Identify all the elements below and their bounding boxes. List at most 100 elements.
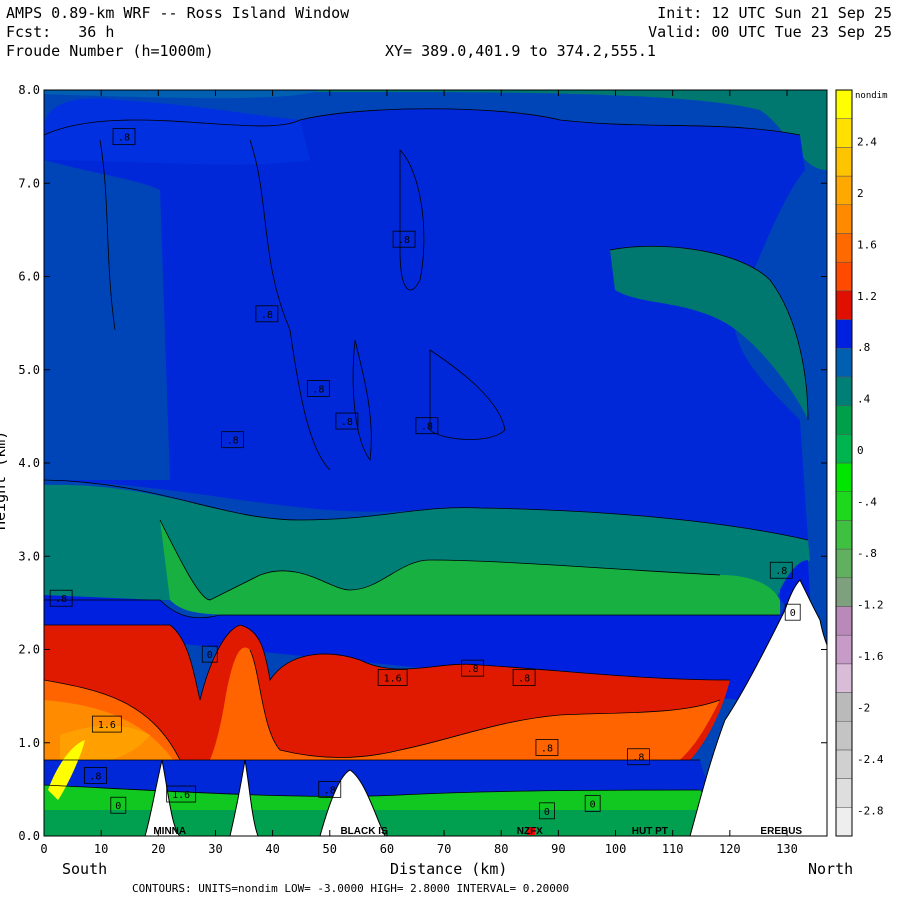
colorbar-swatch <box>835 807 853 837</box>
y-tick-label: 0.0 <box>18 829 40 843</box>
colorbar-tick-label: 2 <box>857 187 864 200</box>
colorbar-swatch <box>835 405 853 435</box>
colorbar-swatch <box>835 175 853 206</box>
x-tick-label: 110 <box>662 842 684 856</box>
svg-text:.8: .8 <box>312 384 324 395</box>
cross-section-chart: 0 10 20 30 40 50 60 70 80 90 100 110 120 130 0.01.02.… <box>0 83 888 895</box>
colorbar-unit: nondim <box>855 91 888 101</box>
contour-field <box>44 90 827 836</box>
colorbar-tick-label: .8 <box>857 341 870 354</box>
x-tick-label: 100 <box>605 842 627 856</box>
colorbar-swatch <box>835 261 853 292</box>
x-tick-label: 30 <box>208 842 222 856</box>
colorbar-swatch <box>835 376 853 406</box>
svg-text:.8: .8 <box>467 664 479 675</box>
x-tick-label: 120 <box>719 842 741 856</box>
colorbar-swatch <box>835 692 853 722</box>
colorbar-swatch <box>835 548 853 579</box>
svg-text:.8: .8 <box>518 673 530 684</box>
y-tick-label: 3.0 <box>18 549 40 563</box>
colorbar-swatch <box>835 347 853 378</box>
x-tick-label: 80 <box>494 842 508 856</box>
y-tick-label: 4.0 <box>18 456 40 470</box>
svg-text:.8: .8 <box>89 771 101 782</box>
x-tick-label: 90 <box>551 842 565 856</box>
colorbar-tick-label: -1.2 <box>857 598 884 611</box>
x-tick-label: 0 <box>40 842 47 856</box>
x-tick-label: 20 <box>151 842 165 856</box>
colorbar-swatch <box>835 577 853 607</box>
y-tick-label: 1.0 <box>18 736 40 750</box>
north-label: North <box>808 860 853 878</box>
terrain-label: BLACK IS <box>340 826 388 837</box>
svg-text:1.6: 1.6 <box>384 673 402 684</box>
svg-text:1.6: 1.6 <box>172 790 190 801</box>
colorbar-swatch <box>835 204 853 234</box>
svg-text:.8: .8 <box>421 422 433 433</box>
svg-text:.8: .8 <box>632 753 644 764</box>
x-tick-label: 10 <box>94 842 108 856</box>
colorbar-tick-label: -1.6 <box>857 650 884 663</box>
colorbar-swatch <box>835 89 853 119</box>
terrain-label: HUT PT <box>632 826 668 837</box>
x-tick-label: 60 <box>380 842 394 856</box>
svg-text:.8: .8 <box>541 743 553 754</box>
svg-text:.8: .8 <box>118 133 130 144</box>
colorbar-tick-label: 1.6 <box>857 238 877 251</box>
y-tick-label: 6.0 <box>18 270 40 284</box>
y-tick-label: 2.0 <box>18 643 40 657</box>
colorbar-swatch <box>835 634 853 665</box>
colorbar-swatch <box>835 606 853 636</box>
svg-text:.8: .8 <box>341 417 353 428</box>
svg-text:0: 0 <box>590 799 596 810</box>
colorbar-tick-label: -2 <box>857 701 870 714</box>
colorbar-swatch <box>835 118 853 148</box>
colorbar-swatch <box>835 491 853 521</box>
svg-text:.8: .8 <box>398 235 410 246</box>
x-tick-label: 130 <box>776 842 798 856</box>
contours-info: CONTOURS: UNITS=nondim LOW= -3.0000 HIGH… <box>132 882 569 895</box>
colorbar-swatch <box>835 520 853 550</box>
svg-text:1.6: 1.6 <box>98 720 116 731</box>
svg-text:0: 0 <box>544 807 550 818</box>
svg-text:.8: .8 <box>324 785 336 796</box>
svg-text:.8: .8 <box>55 594 67 605</box>
colorbar-tick-label: -2.4 <box>857 753 884 766</box>
x-tick-label: 40 <box>265 842 279 856</box>
svg-text:.8: .8 <box>261 310 273 321</box>
x-tick-label: 50 <box>323 842 337 856</box>
y-tick-label: 5.0 <box>18 363 40 377</box>
x-axis-label: Distance (km) <box>390 860 507 878</box>
svg-text:0: 0 <box>790 608 796 619</box>
colorbar-tick-label: .4 <box>857 393 871 406</box>
colorbar-tick-label: 0 <box>857 444 864 457</box>
colorbar-tick-label: -2.8 <box>857 804 884 817</box>
y-tick-label: 8.0 <box>18 83 40 97</box>
colorbar-tick-label: 2.4 <box>857 135 877 148</box>
svg-text:0: 0 <box>115 801 121 812</box>
colorbar-swatch <box>835 720 853 751</box>
colorbar-swatch <box>835 749 853 779</box>
terrain-label: NZFX <box>517 826 543 837</box>
y-axis-label: Height (km) <box>0 431 9 530</box>
colorbar-tick-label: -.4 <box>857 496 877 509</box>
colorbar-swatch <box>835 663 853 693</box>
terrain-label: EREBUS <box>760 826 802 837</box>
colorbar-tick-label: -.8 <box>857 547 877 560</box>
south-label: South <box>62 860 107 878</box>
svg-text:0: 0 <box>207 650 213 661</box>
colorbar-swatch <box>835 319 853 349</box>
y-tick-label: 7.0 <box>18 176 40 190</box>
colorbar-swatch <box>835 462 853 492</box>
colorbar-swatch <box>835 233 853 263</box>
terrain-label: MINNA <box>153 826 186 837</box>
svg-text:.8: .8 <box>775 566 787 577</box>
colorbar-swatch <box>835 147 853 177</box>
x-tick-label: 70 <box>437 842 451 856</box>
colorbar-swatch <box>835 434 853 464</box>
colorbar-swatch <box>835 778 853 808</box>
colorbar-swatch <box>835 290 853 320</box>
colorbar-tick-label: 1.2 <box>857 290 877 303</box>
colorbar: 2.4 2 1.6 1.2 .8 .4 0 -.4 -.8 -1.2 -1.6 -2 -2.4 -2.8 <box>835 89 884 837</box>
svg-text:.8: .8 <box>227 436 239 447</box>
